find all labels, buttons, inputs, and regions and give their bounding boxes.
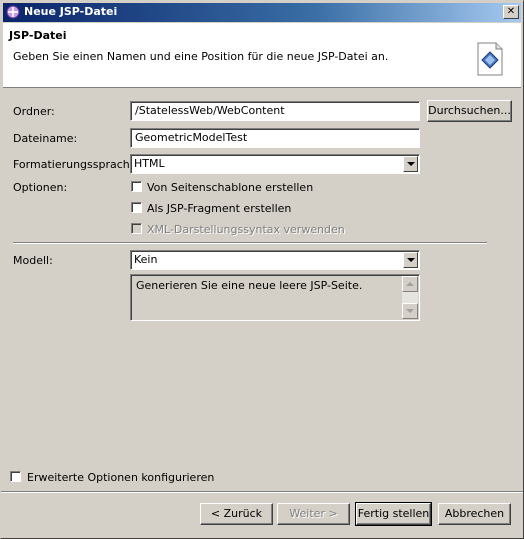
back-button[interactable]: < Zurück [200, 503, 273, 525]
finish-button[interactable]: Fertig stellen [355, 502, 432, 526]
jsp-fragment-checkbox[interactable] [131, 202, 142, 213]
advanced-options-checkbox[interactable] [10, 471, 21, 482]
markup-language-select[interactable]: HTML [130, 154, 420, 174]
page-title: JSP-Datei [9, 29, 67, 42]
jsp-file-icon [477, 42, 503, 76]
model-description-box: Generieren Sie eine neue leere JSP-Seite… [130, 274, 420, 321]
close-button[interactable]: ✕ [503, 5, 519, 19]
title-bar[interactable]: Neue JSP-Datei ✕ [3, 3, 521, 22]
options-label: Optionen: [13, 181, 68, 194]
header-banner: JSP-Datei Geben Sie einen Namen und eine… [3, 23, 521, 88]
separator [13, 242, 487, 244]
cancel-button[interactable]: Abbrechen [438, 503, 511, 525]
model-value: Kein [134, 253, 158, 266]
footer-separator [1, 491, 523, 493]
xml-syntax-checkbox [131, 223, 142, 234]
app-icon [6, 5, 20, 19]
scroll-up-icon[interactable] [402, 276, 418, 292]
folder-input[interactable]: /StatelessWeb/WebContent [130, 101, 420, 121]
browse-button[interactable]: Durchsuchen... [427, 100, 512, 122]
page-description: Geben Sie einen Namen und eine Position … [13, 50, 389, 63]
markup-language-value: HTML [134, 157, 165, 170]
model-description: Generieren Sie eine neue leere JSP-Seite… [136, 279, 363, 292]
filename-input[interactable]: GeometricModelTest [130, 128, 420, 148]
model-select[interactable]: Kein [130, 250, 420, 270]
window-title: Neue JSP-Datei [24, 5, 118, 18]
filename-label: Dateiname: [13, 132, 78, 145]
markup-language-label: Formatierungssprache: [13, 158, 141, 171]
folder-label: Ordner: [13, 105, 55, 118]
xml-syntax-checkbox-label: XML-Darstellungssyntax verwenden [147, 223, 345, 236]
next-button: Weiter > [277, 503, 350, 525]
template-checkbox-label[interactable]: Von Seitenschablone erstellen [147, 181, 313, 194]
chevron-down-icon[interactable] [403, 252, 418, 268]
scrollbar[interactable] [402, 276, 418, 319]
model-label: Modell: [13, 254, 53, 267]
scroll-down-icon[interactable] [402, 303, 418, 319]
advanced-options-label[interactable]: Erweiterte Optionen konfigurieren [27, 471, 214, 484]
jsp-fragment-checkbox-label[interactable]: Als JSP-Fragment erstellen [147, 202, 291, 215]
template-checkbox[interactable] [131, 181, 142, 192]
dialog-window: Neue JSP-Datei ✕ JSP-Datei Geben Sie ein… [0, 0, 524, 539]
chevron-down-icon[interactable] [403, 156, 418, 172]
